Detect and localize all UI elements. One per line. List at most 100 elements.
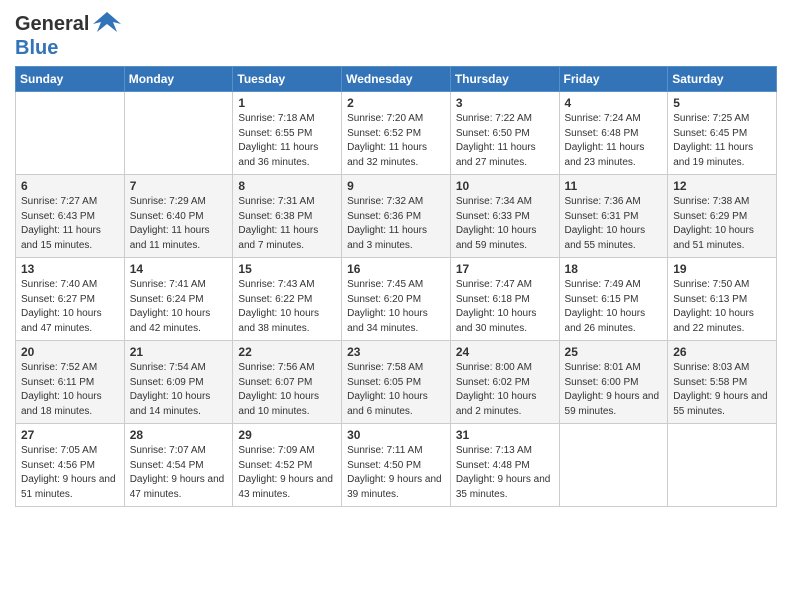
day-info: Sunrise: 7:29 AM Sunset: 6:40 PM Dayligh…: [130, 195, 228, 253]
day-info: Sunrise: 7:22 AM Sunset: 6:50 PM Dayligh…: [456, 112, 554, 170]
day-info: Sunrise: 7:54 AM Sunset: 6:09 PM Dayligh…: [130, 361, 228, 419]
calendar-cell: 3 Sunrise: 7:22 AM Sunset: 6:50 PM Daylig…: [450, 92, 559, 175]
calendar-week-row: 27Sunrise: 7:05 AM Sunset: 4:56 PM Dayli…: [16, 424, 777, 507]
calendar-week-row: 20Sunrise: 7:52 AM Sunset: 6:11 PM Dayli…: [16, 341, 777, 424]
day-info: Sunrise: 7:27 AM Sunset: 6:43 PM Dayligh…: [21, 195, 119, 253]
day-info: Sunrise: 7:09 AM Sunset: 4:52 PM Dayligh…: [238, 444, 336, 502]
calendar-cell: 22 Sunrise: 7:56 AM Sunset: 6:07 PM Dayli…: [233, 341, 342, 424]
calendar-cell: 17 Sunrise: 7:47 AM Sunset: 6:18 PM Dayli…: [450, 258, 559, 341]
day-number: 16: [347, 262, 445, 276]
calendar-cell: 7 Sunrise: 7:29 AM Sunset: 6:40 PM Daylig…: [124, 175, 233, 258]
day-number: 6: [21, 179, 119, 193]
day-info: Sunrise: 8:00 AM Sunset: 6:02 PM Dayligh…: [456, 361, 554, 419]
day-number: 4: [565, 96, 663, 110]
calendar-cell: 29 Sunrise: 7:09 AM Sunset: 4:52 PM Dayli…: [233, 424, 342, 507]
day-number: 30: [347, 428, 445, 442]
calendar-cell: 11 Sunrise: 7:36 AM Sunset: 6:31 PM Dayli…: [559, 175, 668, 258]
header: General Blue: [15, 10, 777, 58]
calendar-table: SundayMondayTuesdayWednesdayThursdayFrid…: [15, 66, 777, 507]
calendar-cell: 13 Sunrise: 7:40 AM Sunset: 6:27 PM Dayli…: [16, 258, 125, 341]
day-info: Sunrise: 7:40 AM Sunset: 6:27 PM Dayligh…: [21, 278, 119, 336]
calendar-cell: [16, 92, 125, 175]
day-number: 21: [130, 345, 228, 359]
day-info: Sunrise: 7:43 AM Sunset: 6:22 PM Dayligh…: [238, 278, 336, 336]
calendar-header-friday: Friday: [559, 67, 668, 92]
logo-general: General: [15, 13, 89, 35]
day-info: Sunrise: 7:32 AM Sunset: 6:36 PM Dayligh…: [347, 195, 445, 253]
day-number: 15: [238, 262, 336, 276]
day-number: 22: [238, 345, 336, 359]
day-number: 11: [565, 179, 663, 193]
calendar-cell: [559, 424, 668, 507]
day-info: Sunrise: 7:34 AM Sunset: 6:33 PM Dayligh…: [456, 195, 554, 253]
day-info: Sunrise: 7:41 AM Sunset: 6:24 PM Dayligh…: [130, 278, 228, 336]
calendar-header-thursday: Thursday: [450, 67, 559, 92]
calendar-cell: 16 Sunrise: 7:45 AM Sunset: 6:20 PM Dayli…: [342, 258, 451, 341]
day-info: Sunrise: 7:50 AM Sunset: 6:13 PM Dayligh…: [673, 278, 771, 336]
calendar-cell: [124, 92, 233, 175]
day-number: 28: [130, 428, 228, 442]
day-number: 13: [21, 262, 119, 276]
day-info: Sunrise: 7:18 AM Sunset: 6:55 PM Dayligh…: [238, 112, 336, 170]
day-info: Sunrise: 7:31 AM Sunset: 6:38 PM Dayligh…: [238, 195, 336, 253]
calendar-cell: [668, 424, 777, 507]
day-number: 24: [456, 345, 554, 359]
calendar-cell: 19 Sunrise: 7:50 AM Sunset: 6:13 PM Dayli…: [668, 258, 777, 341]
calendar-week-row: 6 Sunrise: 7:27 AM Sunset: 6:43 PM Daylig…: [16, 175, 777, 258]
day-info: Sunrise: 7:47 AM Sunset: 6:18 PM Dayligh…: [456, 278, 554, 336]
page: General Blue SundayMondayTuesdayWednesda…: [0, 0, 792, 612]
day-number: 8: [238, 179, 336, 193]
calendar-cell: 24 Sunrise: 8:00 AM Sunset: 6:02 PM Dayli…: [450, 341, 559, 424]
calendar-cell: 2 Sunrise: 7:20 AM Sunset: 6:52 PM Daylig…: [342, 92, 451, 175]
day-number: 18: [565, 262, 663, 276]
day-number: 7: [130, 179, 228, 193]
calendar-cell: 23Sunrise: 7:58 AM Sunset: 6:05 PM Dayli…: [342, 341, 451, 424]
day-info: Sunrise: 7:11 AM Sunset: 4:50 PM Dayligh…: [347, 444, 445, 502]
day-info: Sunrise: 7:24 AM Sunset: 6:48 PM Dayligh…: [565, 112, 663, 170]
day-number: 9: [347, 179, 445, 193]
day-info: Sunrise: 7:07 AM Sunset: 4:54 PM Dayligh…: [130, 444, 228, 502]
calendar-cell: 8 Sunrise: 7:31 AM Sunset: 6:38 PM Daylig…: [233, 175, 342, 258]
calendar-cell: 14 Sunrise: 7:41 AM Sunset: 6:24 PM Dayli…: [124, 258, 233, 341]
day-number: 25: [565, 345, 663, 359]
day-info: Sunrise: 7:56 AM Sunset: 6:07 PM Dayligh…: [238, 361, 336, 419]
day-info: Sunrise: 8:01 AM Sunset: 6:00 PM Dayligh…: [565, 361, 663, 419]
calendar-cell: 5Sunrise: 7:25 AM Sunset: 6:45 PM Daylig…: [668, 92, 777, 175]
day-number: 27: [21, 428, 119, 442]
day-info: Sunrise: 7:20 AM Sunset: 6:52 PM Dayligh…: [347, 112, 445, 170]
calendar-cell: 31Sunrise: 7:13 AM Sunset: 4:48 PM Dayli…: [450, 424, 559, 507]
calendar-cell: 6 Sunrise: 7:27 AM Sunset: 6:43 PM Daylig…: [16, 175, 125, 258]
calendar-header-monday: Monday: [124, 67, 233, 92]
day-info: Sunrise: 7:38 AM Sunset: 6:29 PM Dayligh…: [673, 195, 771, 253]
calendar-week-row: 13 Sunrise: 7:40 AM Sunset: 6:27 PM Dayli…: [16, 258, 777, 341]
day-number: 1: [238, 96, 336, 110]
day-number: 17: [456, 262, 554, 276]
calendar-cell: 9 Sunrise: 7:32 AM Sunset: 6:36 PM Daylig…: [342, 175, 451, 258]
day-info: Sunrise: 7:49 AM Sunset: 6:15 PM Dayligh…: [565, 278, 663, 336]
calendar-week-row: 1 Sunrise: 7:18 AM Sunset: 6:55 PM Daylig…: [16, 92, 777, 175]
calendar-header-tuesday: Tuesday: [233, 67, 342, 92]
day-info: Sunrise: 7:45 AM Sunset: 6:20 PM Dayligh…: [347, 278, 445, 336]
day-number: 12: [673, 179, 771, 193]
day-info: Sunrise: 7:58 AM Sunset: 6:05 PM Dayligh…: [347, 361, 445, 419]
day-number: 19: [673, 262, 771, 276]
logo: General Blue: [15, 10, 123, 58]
calendar-cell: 20Sunrise: 7:52 AM Sunset: 6:11 PM Dayli…: [16, 341, 125, 424]
calendar-cell: 27Sunrise: 7:05 AM Sunset: 4:56 PM Dayli…: [16, 424, 125, 507]
day-number: 3: [456, 96, 554, 110]
day-number: 2: [347, 96, 445, 110]
calendar-header-wednesday: Wednesday: [342, 67, 451, 92]
calendar-cell: 28 Sunrise: 7:07 AM Sunset: 4:54 PM Dayli…: [124, 424, 233, 507]
calendar-cell: 1 Sunrise: 7:18 AM Sunset: 6:55 PM Daylig…: [233, 92, 342, 175]
day-info: Sunrise: 7:25 AM Sunset: 6:45 PM Dayligh…: [673, 112, 771, 170]
calendar-cell: 4 Sunrise: 7:24 AM Sunset: 6:48 PM Daylig…: [559, 92, 668, 175]
calendar-cell: 26Sunrise: 8:03 AM Sunset: 5:58 PM Dayli…: [668, 341, 777, 424]
day-number: 14: [130, 262, 228, 276]
calendar-cell: 10Sunrise: 7:34 AM Sunset: 6:33 PM Dayli…: [450, 175, 559, 258]
day-number: 20: [21, 345, 119, 359]
day-info: Sunrise: 7:36 AM Sunset: 6:31 PM Dayligh…: [565, 195, 663, 253]
day-number: 29: [238, 428, 336, 442]
calendar-cell: 30 Sunrise: 7:11 AM Sunset: 4:50 PM Dayli…: [342, 424, 451, 507]
calendar-cell: 15 Sunrise: 7:43 AM Sunset: 6:22 PM Dayli…: [233, 258, 342, 341]
calendar-header-saturday: Saturday: [668, 67, 777, 92]
